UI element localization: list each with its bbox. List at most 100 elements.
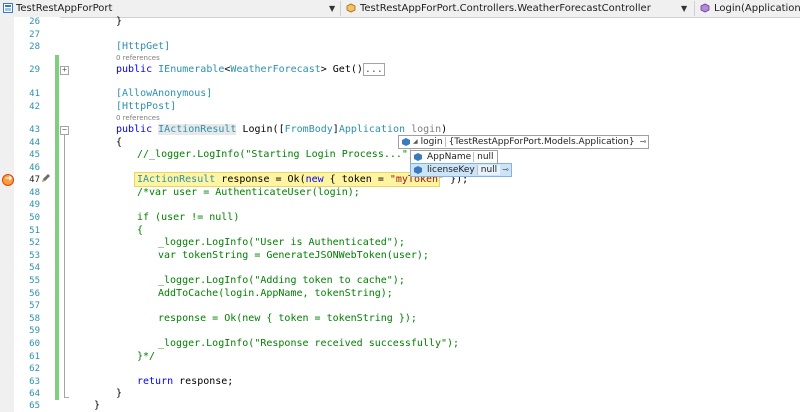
project-label: TestRestAppForPort (16, 3, 113, 14)
line-number: 52 (29, 238, 40, 248)
comment: _logger.LogInfo("Adding token to cache")… (158, 275, 405, 286)
method-icon (700, 3, 710, 13)
brace: } (116, 388, 123, 399)
line-number: 43 (29, 125, 40, 135)
brace: } (94, 400, 101, 411)
project-dropdown[interactable]: TestRestAppForPort ▼ (0, 0, 338, 17)
line-number: 51 (29, 226, 40, 236)
code-line-29: public IEnumerable<WeatherForecast> Get(… (116, 63, 385, 76)
csharp-project-icon (3, 3, 13, 13)
attribute-httppost: [HttpPost] (116, 101, 177, 112)
fold-guide-end (64, 397, 69, 398)
parameter-login[interactable]: login (405, 124, 441, 135)
line-number: 46 (29, 163, 40, 173)
code-line-44: { (116, 137, 122, 149)
pencil-icon[interactable] (40, 172, 52, 184)
expand-region-icon[interactable]: + (60, 66, 69, 75)
code-line-58: response = Ok(new { token = tokenString … (158, 313, 417, 325)
comment: /*var user = AuthenticateUser(login); (137, 187, 360, 198)
code-line-48: /*var user = AuthenticateUser(login); (137, 187, 360, 199)
fold-guide (64, 135, 65, 397)
comment: _logger.LogInfo("User is Authenticated")… (158, 237, 405, 248)
line-number: 27 (29, 30, 40, 40)
code-line-51: { (137, 225, 143, 237)
statement: response = Ok( (215, 174, 306, 185)
collapse-region-icon[interactable]: − (60, 126, 69, 135)
pin-icon[interactable]: ⊸ (638, 136, 649, 148)
datatip-row-licensekey[interactable]: licenseKey null ⊸ (410, 163, 512, 177)
keyword: new (305, 174, 324, 185)
datatip-row-appname[interactable]: AppName null (410, 150, 498, 164)
statement: response; (173, 376, 234, 387)
property-icon (414, 166, 422, 174)
line-number: 29 (29, 65, 40, 75)
chevron-down-icon: ▼ (681, 4, 688, 13)
codelens-references[interactable]: 0 references (116, 114, 160, 122)
code-line-52: _logger.LogInfo("User is Authenticated")… (158, 237, 405, 249)
code-line-42: [HttpPost] (116, 101, 176, 113)
code-line-60: _logger.LogInfo("Response received succe… (158, 338, 459, 350)
line-number: 57 (29, 301, 40, 311)
change-tracking-bar (55, 55, 59, 400)
code-line-53: var tokenString = GenerateJSONWebToken(u… (158, 250, 429, 262)
property-icon (414, 153, 422, 161)
statement: { token = (323, 174, 390, 185)
line-number: 28 (29, 42, 40, 52)
code-line-64: } (116, 388, 122, 400)
datatip-login[interactable]: ◢ login {TestRestAppForPort.Models.Applica… (398, 135, 650, 149)
code-line-41: [AllowAnonymous] (116, 88, 212, 100)
line-number: 45 (29, 150, 40, 160)
datatip-name: login (420, 137, 443, 147)
code-line-50: if (user != null) (137, 212, 239, 224)
chevron-down-icon: ▼ (329, 4, 336, 13)
codelens-references[interactable]: 0 references (116, 54, 160, 62)
comment: _logger.LogInfo("Response received succe… (158, 338, 460, 349)
brace: } (116, 16, 123, 27)
line-number: 62 (29, 364, 40, 374)
line-number: 48 (29, 188, 40, 198)
datatip-value[interactable]: null (473, 152, 497, 162)
type-name: IActionResult (158, 124, 237, 135)
line-number: 61 (29, 352, 40, 362)
line-number: 59 (29, 326, 40, 336)
pin-icon[interactable]: ⊸ (500, 164, 511, 176)
line-number: 58 (29, 314, 40, 324)
current-statement-icon[interactable]: ➜ (2, 174, 14, 186)
attribute-frombody: FromBody (284, 124, 333, 135)
datatip-name: licenseKey (427, 165, 475, 175)
line-number: 41 (29, 89, 40, 99)
indicator-margin[interactable] (0, 17, 14, 412)
type-name: Application (338, 124, 406, 135)
keyword: return (137, 376, 174, 387)
attribute-allowanonymous: [AllowAnonymous] (116, 88, 213, 99)
line-number: 53 (29, 251, 40, 261)
comment: { (137, 225, 144, 236)
comment: //_logger.LogInfo("Starting Login Proces… (137, 149, 420, 160)
method-name: Login([ (236, 124, 285, 135)
brace: { (116, 137, 123, 148)
line-number: 60 (29, 339, 40, 349)
code-line-26: } (116, 16, 122, 28)
code-line-61: }*/ (137, 351, 155, 363)
code-line-28: [HttpGet] (116, 41, 170, 53)
line-number: 50 (29, 213, 40, 223)
datatip-name: AppName (427, 152, 472, 162)
line-number: 54 (29, 263, 40, 273)
divider (340, 1, 341, 16)
method-signature: > Get() (320, 64, 363, 75)
code-line-65: } (94, 400, 100, 412)
member-dropdown[interactable]: Login(Application log (697, 0, 800, 17)
expand-chevron-icon[interactable]: ◢ (413, 136, 418, 148)
line-number: 64 (29, 389, 40, 399)
code-line-45: //_logger.LogInfo("Starting Login Proces… (137, 149, 420, 161)
member-label: Login(Application log (714, 3, 800, 14)
class-dropdown[interactable]: TestRestAppForPort.Controllers.WeatherFo… (343, 0, 693, 17)
datatip-value[interactable]: null (476, 165, 501, 175)
type-name: WeatherForecast (230, 64, 321, 75)
divider (694, 1, 695, 16)
attribute-httpget: [HttpGet] (116, 41, 171, 52)
type-name: IActionResult (137, 174, 216, 185)
line-number: 26 (29, 17, 40, 27)
datatip-value[interactable]: {TestRestAppForPort.Models.Application} (444, 137, 638, 147)
collapsed-region[interactable]: ... (362, 63, 385, 76)
